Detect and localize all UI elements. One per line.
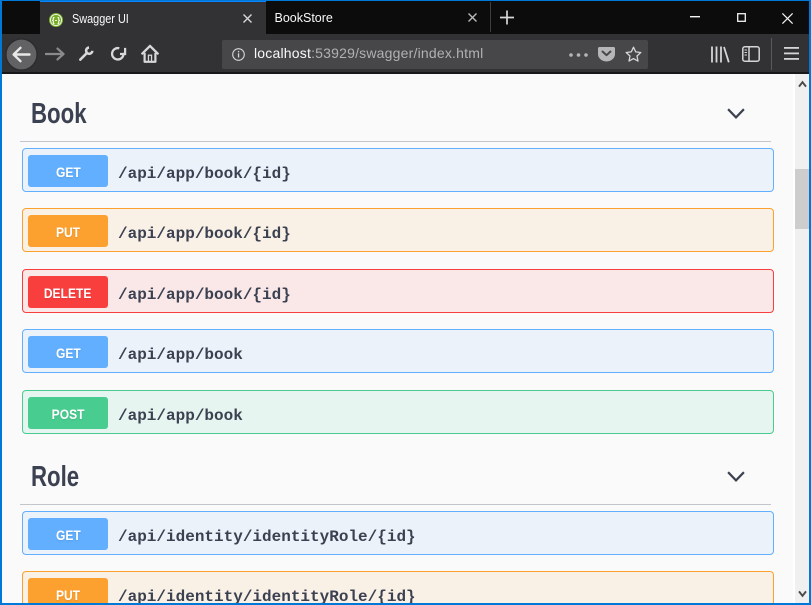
svg-text:{-}: {-}: [52, 15, 60, 24]
